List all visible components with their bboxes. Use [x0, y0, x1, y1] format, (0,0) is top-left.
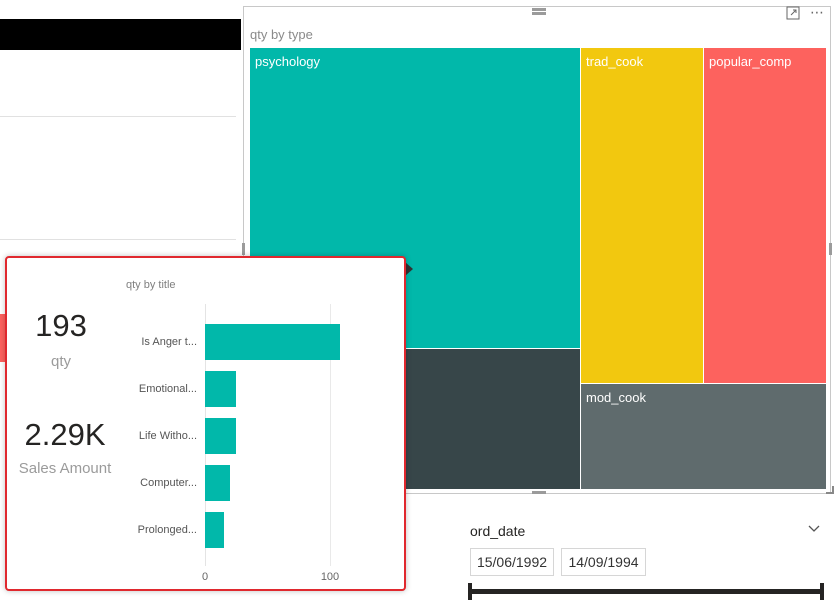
- category-label: Prolonged...: [137, 524, 197, 536]
- category-label: Is Anger t...: [141, 336, 197, 348]
- bar[interactable]: [205, 418, 237, 454]
- bar[interactable]: [205, 324, 340, 360]
- resize-handle-corner[interactable]: [826, 486, 834, 494]
- drag-handle[interactable]: [532, 8, 546, 11]
- x-tick-label: 0: [201, 571, 209, 583]
- resize-handle-left[interactable]: [242, 243, 245, 255]
- slider-handle-start[interactable]: [468, 583, 472, 600]
- resize-handle-bottom[interactable]: [532, 491, 546, 494]
- kpi-sales-value: 2.29K: [24, 417, 106, 452]
- tile-label: psychology: [255, 54, 321, 69]
- treemap-tile-popular-comp[interactable]: popular_comp: [704, 48, 826, 383]
- slicer-title: ord_date: [470, 523, 526, 539]
- treemap-tile-trad-cook[interactable]: trad_cook: [581, 48, 703, 383]
- kpi-qty-value: 193: [35, 308, 87, 343]
- kpi-sales-label: Sales Amount: [18, 460, 112, 477]
- bar[interactable]: [205, 371, 237, 407]
- tile-label: mod_cook: [586, 390, 646, 405]
- tooltip-chart-title: qty by title: [126, 279, 176, 291]
- category-label: Computer...: [140, 477, 197, 489]
- resize-handle-right[interactable]: [829, 243, 832, 255]
- focus-mode-icon[interactable]: [786, 6, 800, 20]
- category-label: Emotional...: [138, 383, 197, 395]
- chevron-down-icon[interactable]: [808, 522, 820, 534]
- divider: [0, 116, 236, 117]
- treemap-title: qty by type: [250, 27, 313, 42]
- kpi-qty-label: qty: [50, 353, 71, 370]
- tooltip-pointer: [405, 262, 413, 276]
- more-options-icon[interactable]: ⋯: [810, 4, 825, 21]
- date-range-slider[interactable]: [470, 589, 822, 594]
- tile-label: trad_cook: [586, 54, 644, 69]
- treemap-tile-mod-cook[interactable]: mod_cook: [581, 384, 826, 489]
- tile-label: popular_comp: [709, 54, 792, 69]
- header-bar: [0, 19, 241, 50]
- slider-handle-end[interactable]: [820, 583, 824, 600]
- bar[interactable]: [205, 465, 230, 501]
- category-label: Life Witho...: [138, 430, 197, 442]
- x-tick-label: 100: [320, 571, 340, 583]
- start-date-input[interactable]: 15/06/1992: [470, 548, 554, 576]
- bar[interactable]: [205, 512, 224, 548]
- end-date-input[interactable]: 14/09/1994: [561, 548, 646, 576]
- drag-handle[interactable]: [532, 12, 546, 15]
- divider: [0, 239, 236, 240]
